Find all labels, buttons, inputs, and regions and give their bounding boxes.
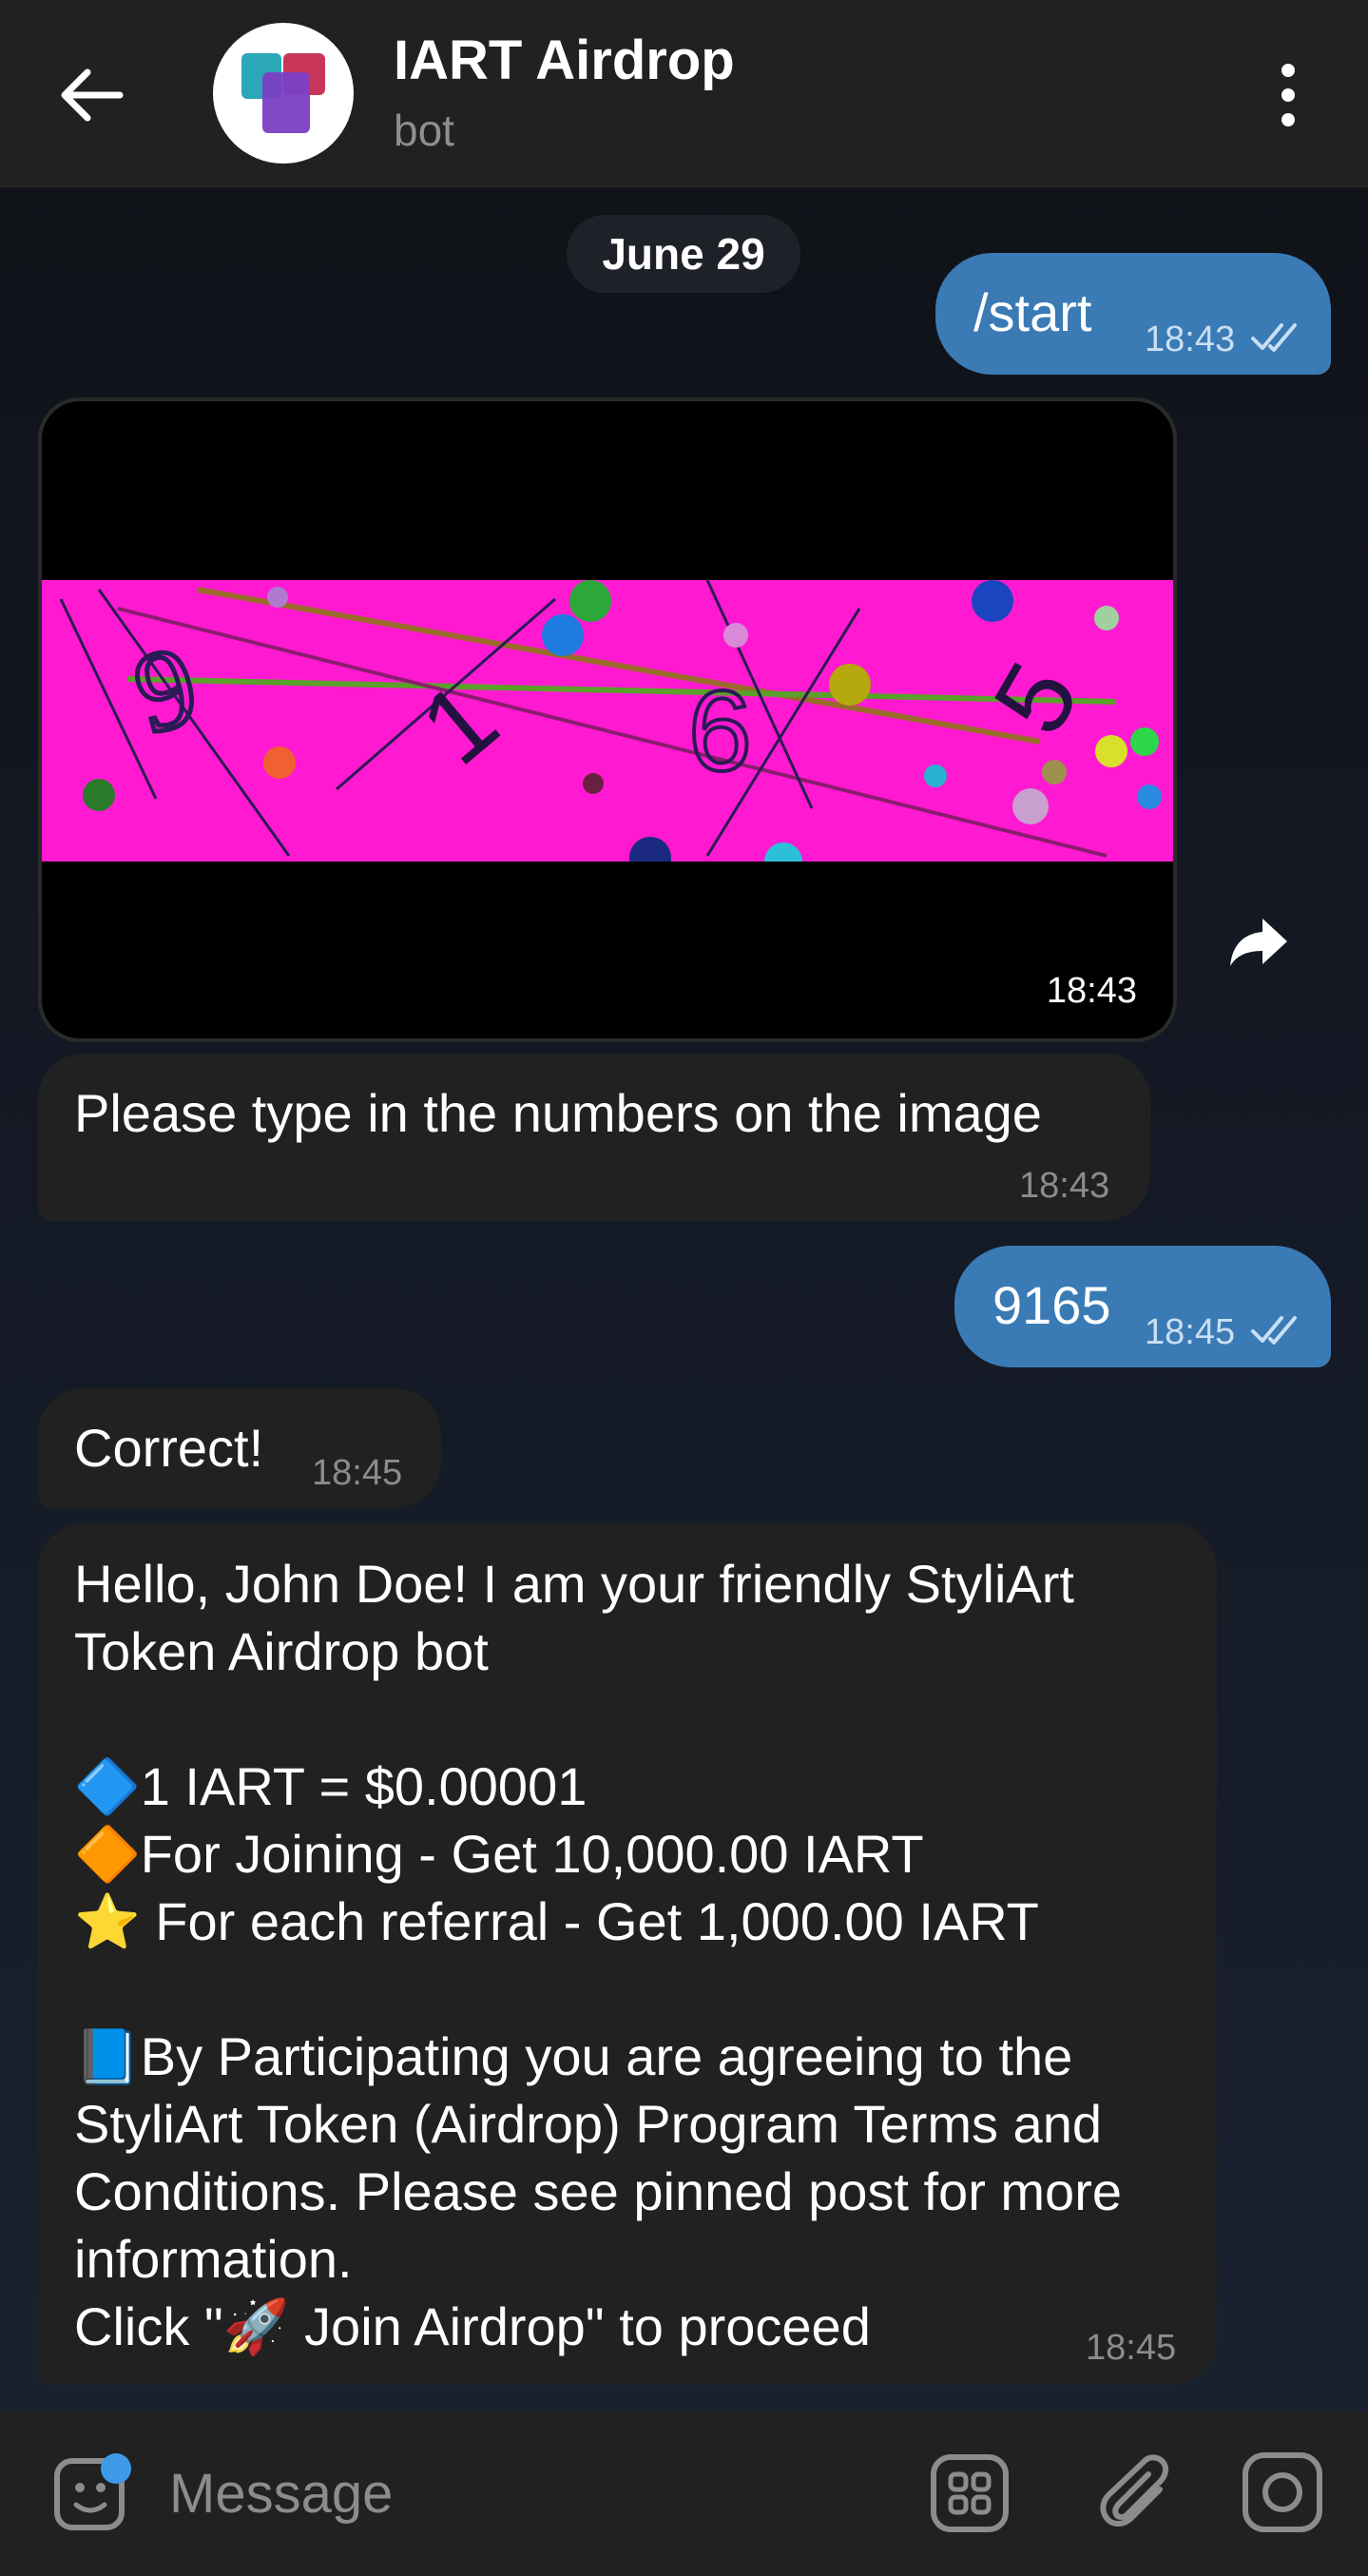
bot-avatar[interactable] [213, 23, 354, 164]
message-input[interactable] [167, 2459, 856, 2528]
message-text: /start [973, 282, 1092, 342]
message-time: 18:43 [1019, 1166, 1110, 1206]
notification-dot [101, 2453, 131, 2484]
paperclip-icon[interactable] [1089, 2446, 1181, 2537]
message-time: 18:43 [1145, 320, 1236, 359]
message-time: 18:43 [1046, 971, 1137, 1011]
read-ticks-icon [1251, 323, 1297, 352]
message-time: 18:45 [312, 1453, 403, 1493]
chat-title[interactable]: IART Airdrop [394, 29, 735, 92]
date-separator: June 29 [567, 215, 800, 293]
captcha-image-message[interactable]: 9 1 6 5 18:43 [38, 397, 1177, 1042]
outgoing-message[interactable]: 9165 18:45 [954, 1246, 1331, 1367]
share-icon[interactable] [1224, 913, 1293, 970]
more-vert-icon[interactable] [1264, 57, 1312, 133]
bot-commands-icon[interactable] [930, 2450, 1010, 2535]
svg-text:6: 6 [688, 668, 752, 795]
back-arrow-icon[interactable] [53, 57, 129, 133]
outgoing-message[interactable]: /start 18:43 [935, 253, 1331, 375]
message-composer [0, 2411, 1368, 2576]
incoming-message[interactable]: Correct! 18:45 [38, 1388, 441, 1508]
chat-subtitle: bot [394, 106, 454, 155]
message-text: 9165 [992, 1275, 1111, 1335]
camera-icon[interactable] [1240, 2450, 1325, 2535]
message-text: Correct! [74, 1418, 264, 1478]
message-text: Please type in the numbers on the image [74, 1083, 1042, 1143]
bot-avatar-icon [241, 53, 325, 133]
chat-header: IART Airdrop bot [0, 0, 1368, 187]
captcha-image: 9 1 6 5 [42, 580, 1173, 862]
message-time: 18:45 [1145, 1312, 1236, 1352]
read-ticks-icon [1251, 1316, 1297, 1345]
welcome-message-text: Hello, John Doe! I am your friendly Styl… [74, 1554, 1122, 2356]
incoming-message[interactable]: Please type in the numbers on the image … [38, 1054, 1150, 1221]
